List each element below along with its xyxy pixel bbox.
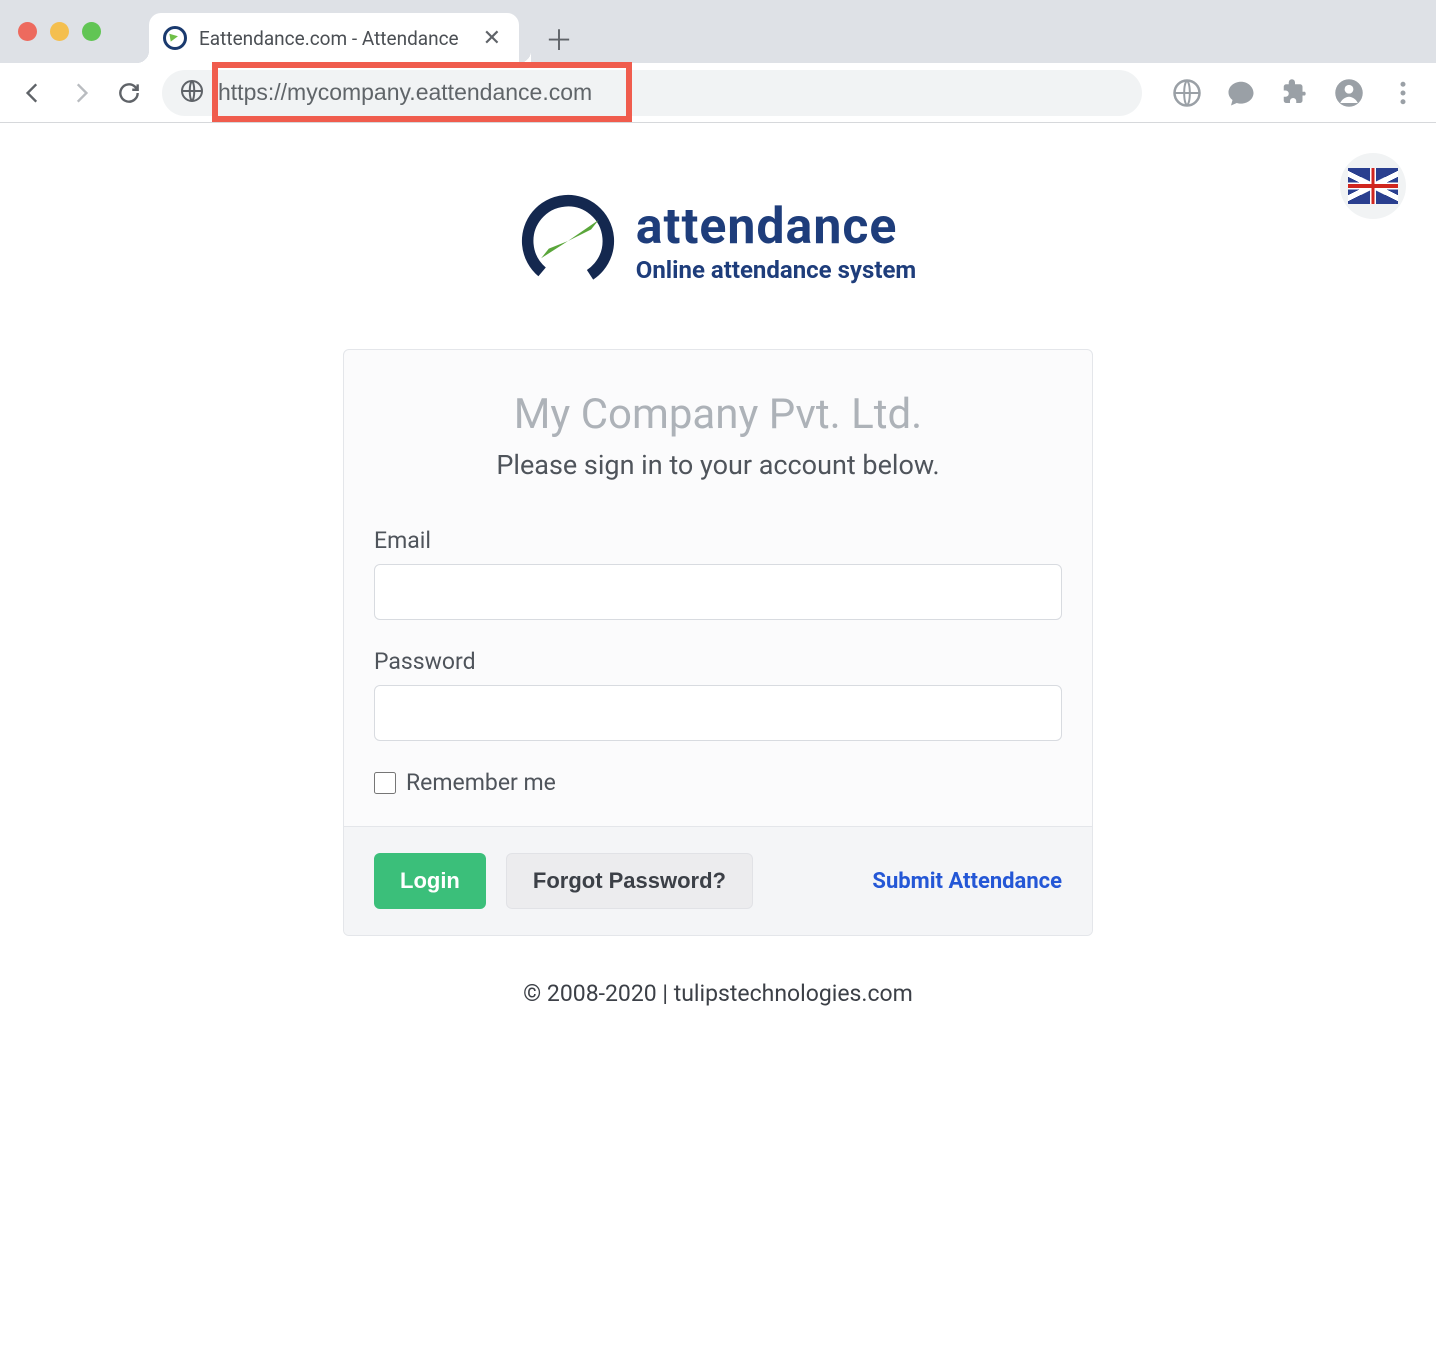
tab-favicon-icon — [163, 26, 187, 50]
forgot-password-button[interactable]: Forgot Password? — [506, 853, 753, 909]
browser-toolbar: https://mycompany.eattendance.com — [0, 63, 1436, 123]
browser-menu-icon[interactable] — [1388, 78, 1418, 108]
email-label: Email — [374, 527, 1062, 554]
window-controls — [18, 22, 101, 41]
logo-text-sub: Online attendance system — [636, 256, 916, 284]
toolbar-actions — [1172, 78, 1418, 108]
site-info-icon[interactable] — [180, 79, 204, 107]
password-label: Password — [374, 648, 1062, 675]
translate-icon[interactable] — [1172, 78, 1202, 108]
nav-back-button[interactable] — [18, 78, 48, 108]
remember-label: Remember me — [406, 769, 556, 796]
logo-text-main: attendance — [636, 198, 916, 256]
nav-forward-button[interactable] — [66, 78, 96, 108]
login-button[interactable]: Login — [374, 853, 486, 909]
window-maximize-button[interactable] — [82, 22, 101, 41]
signin-subtitle: Please sign in to your account below. — [374, 449, 1062, 481]
password-field[interactable] — [374, 685, 1062, 741]
address-bar-url: https://mycompany.eattendance.com — [218, 79, 592, 106]
window-close-button[interactable] — [18, 22, 37, 41]
extensions-icon[interactable] — [1280, 78, 1310, 108]
page-content: attendance Online attendance system My C… — [0, 123, 1436, 1323]
submit-attendance-link[interactable]: Submit Attendance — [872, 869, 1062, 894]
nav-reload-button[interactable] — [114, 78, 144, 108]
address-bar[interactable]: https://mycompany.eattendance.com — [162, 70, 1142, 116]
window-minimize-button[interactable] — [50, 22, 69, 41]
email-field[interactable] — [374, 564, 1062, 620]
browser-tab-strip: Eattendance.com - Attendance ✕ ＋ — [0, 0, 1436, 63]
login-card: My Company Pvt. Ltd. Please sign in to y… — [343, 349, 1093, 936]
tab-title: Eattendance.com - Attendance — [199, 27, 459, 50]
login-card-footer: Login Forgot Password? Submit Attendance — [344, 826, 1092, 935]
logo-mark-icon — [520, 193, 616, 289]
brand-logo: attendance Online attendance system — [0, 123, 1436, 289]
language-selector[interactable] — [1340, 153, 1406, 219]
chat-icon[interactable] — [1226, 78, 1256, 108]
browser-tab[interactable]: Eattendance.com - Attendance ✕ — [149, 13, 519, 63]
profile-icon[interactable] — [1334, 78, 1364, 108]
footer-copyright: © 2008-2020 | tulipstechnologies.com — [0, 980, 1436, 1007]
remember-checkbox[interactable] — [374, 772, 396, 794]
company-name: My Company Pvt. Ltd. — [374, 390, 1062, 439]
uk-flag-icon — [1348, 168, 1398, 204]
tab-close-icon[interactable]: ✕ — [483, 26, 501, 51]
new-tab-button[interactable]: ＋ — [539, 19, 579, 59]
